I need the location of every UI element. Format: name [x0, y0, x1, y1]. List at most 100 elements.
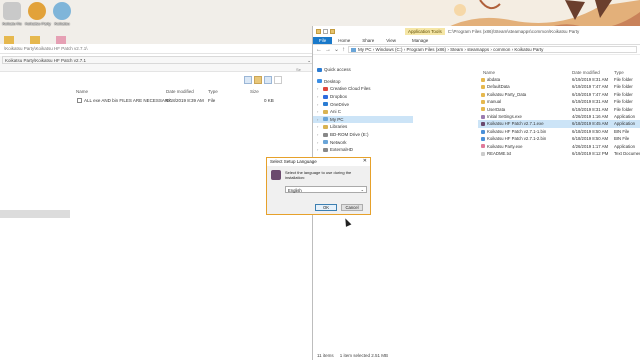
tab-view[interactable]: View: [380, 37, 402, 44]
nav-item-icon: [323, 86, 328, 91]
close-icon[interactable]: ✕: [363, 158, 367, 164]
details-view-icon[interactable]: [244, 76, 252, 84]
folder-icon[interactable]: [316, 28, 321, 34]
expand-chevron-icon[interactable]: ›: [317, 117, 318, 122]
expand-chevron-icon[interactable]: ›: [317, 124, 318, 129]
help-icon[interactable]: [274, 76, 282, 84]
file-name: manual: [487, 99, 502, 105]
expand-chevron-icon[interactable]: ›: [317, 94, 318, 99]
file-row[interactable]: Koikatsu HF Patch v2.7.1-2.bin 6/18/2019 …: [478, 135, 640, 142]
desktop-icon-koikatsu[interactable]: Koikatsu: [50, 2, 74, 26]
file-name: Koikatsu HF Patch v2.7.1-2.bin: [487, 136, 547, 142]
file-row[interactable]: Koikatsu HF Patch v2.7.1.exe 6/18/2019 8:…: [478, 120, 640, 128]
file-row[interactable]: Koikatsu HF Patch v2.7.1-1.bin 6/18/2019 …: [478, 128, 640, 135]
chevron-down-icon[interactable]: ⌄: [307, 58, 311, 63]
file-name-cell: Koikatsu HF Patch v2.7.1-1.bin: [481, 129, 546, 134]
nav-item[interactable]: › Network: [313, 138, 413, 146]
forward-arrow-icon[interactable]: →: [325, 47, 331, 53]
address-bar[interactable]: Koikatsu Party\Koikatsu HF Patch v2.7.1 …: [2, 56, 314, 64]
nav-item-label: Ani C: [330, 109, 342, 115]
tab-file[interactable]: File: [313, 36, 333, 44]
expand-chevron-icon[interactable]: ›: [317, 147, 318, 152]
nav-item-icon: [323, 147, 328, 152]
file-icon: [481, 114, 485, 119]
file-name-cell: Initial Settings.exe: [481, 114, 522, 119]
column-date[interactable]: Date modified: [166, 89, 194, 94]
file-icon: [481, 77, 485, 82]
nav-item[interactable]: › Dropbox: [313, 93, 413, 101]
nav-item[interactable]: › Libraries: [313, 123, 413, 131]
folder-icon[interactable]: [30, 36, 40, 44]
breadcrumb-item[interactable]: Steam: [450, 47, 463, 52]
desktop-icon-koikatu-ro[interactable]: Koikatu Ro: [0, 2, 24, 26]
column-size[interactable]: Size: [250, 89, 259, 94]
address-bar[interactable]: My PC › Windows (C:) › Program Files (x8…: [348, 46, 637, 53]
breadcrumb-item[interactable]: Koikatsu Party: [514, 47, 543, 52]
chevron-down-icon[interactable]: ⌄: [361, 187, 364, 192]
folder-icon[interactable]: [4, 36, 14, 44]
breadcrumb-item[interactable]: My PC: [358, 47, 372, 52]
new-folder-icon[interactable]: [330, 28, 335, 34]
setup-language-dialog: Select Setup Language ✕ Select the langu…: [266, 157, 371, 215]
file-name: Initial Settings.exe: [487, 113, 522, 119]
expand-chevron-icon[interactable]: ›: [317, 132, 318, 137]
nav-item[interactable]: › OneDrive: [313, 100, 413, 108]
file-row[interactable]: abdata 6/19/2019 8:31 AM File folder: [478, 76, 640, 83]
file-row[interactable]: Koikatsu Party_Data 6/19/2019 7:47 AM File…: [478, 91, 640, 98]
breadcrumb-item[interactable]: Windows (C:): [376, 47, 403, 52]
column-name[interactable]: Name: [76, 89, 88, 94]
status-selection: 1 item selected 2.51 MB: [339, 353, 388, 358]
options-icon[interactable]: [264, 76, 272, 84]
cancel-button[interactable]: Cancel: [341, 204, 363, 211]
tab-manage[interactable]: Manage: [406, 37, 434, 44]
file-type: File: [208, 98, 216, 103]
back-arrow-icon[interactable]: ←: [316, 47, 322, 53]
nav-item[interactable]: › Creative Cloud Files: [313, 85, 413, 93]
file-date: 6/19/2019 8:12 PM: [572, 150, 609, 156]
breadcrumb-item[interactable]: steamapps: [467, 47, 489, 52]
app-icon: [28, 2, 46, 20]
tab-home[interactable]: Home: [332, 37, 356, 44]
file-icon: [481, 136, 485, 141]
nav-selected-item[interactable]: [0, 210, 70, 218]
preview-icon[interactable]: [254, 76, 262, 84]
app-tools-tab[interactable]: Application Tools: [405, 27, 445, 35]
expand-chevron-icon[interactable]: ›: [317, 86, 318, 91]
status-bar: 11 items 1 item selected 2.51 MB: [317, 353, 388, 358]
column-type[interactable]: Type: [208, 89, 218, 94]
file-row[interactable]: DefaultData 6/19/2019 7:47 AM File folder: [478, 83, 640, 90]
file-row[interactable]: Initial Settings.exe 4/26/2019 1:16 AM App…: [478, 113, 640, 120]
column-type[interactable]: Type: [614, 70, 624, 75]
ok-button[interactable]: OK: [315, 204, 337, 211]
column-name[interactable]: Name: [483, 70, 495, 75]
nav-item[interactable]: Desktop: [313, 78, 413, 86]
file-name: abdata: [487, 77, 501, 82]
file-row[interactable]: manual 6/19/2019 8:31 AM File folder: [478, 98, 640, 105]
file-row[interactable]: UserData 6/19/2019 8:31 AM File folder: [478, 106, 640, 113]
nav-item[interactable]: › My PC: [313, 115, 413, 124]
file-row[interactable]: Koikatsu Party.exe 4/26/2019 1:17 AM Appli…: [478, 143, 640, 150]
up-arrow-icon[interactable]: ↑: [342, 47, 345, 53]
expand-chevron-icon[interactable]: ›: [317, 109, 318, 114]
file-name: README.txt: [487, 150, 512, 156]
file-row[interactable]: README.txt 6/19/2019 8:12 PM Text Document: [478, 150, 640, 157]
nav-item[interactable]: Quick access: [313, 66, 413, 74]
column-date[interactable]: Date modified: [572, 70, 600, 75]
properties-icon[interactable]: [323, 28, 328, 34]
expand-chevron-icon[interactable]: ›: [317, 140, 318, 145]
expand-chevron-icon[interactable]: ›: [317, 102, 318, 107]
recent-chevron-icon[interactable]: ⌄: [334, 46, 339, 53]
breadcrumb-item[interactable]: Program Files (x86): [407, 47, 447, 52]
breadcrumb-item[interactable]: common: [493, 47, 510, 52]
nav-item[interactable]: › ExternalHD: [313, 146, 413, 154]
nav-item-icon: [323, 132, 328, 137]
nav-item[interactable]: › BD-ROM Drive (E:): [313, 131, 413, 139]
desktop-icon-koikatsu-party[interactable]: Koikatsu Party: [25, 2, 51, 26]
app-icon: [3, 2, 21, 20]
file-name: UserData: [487, 106, 506, 112]
nav-item[interactable]: › Ani C: [313, 108, 413, 116]
image-icon[interactable]: [56, 36, 66, 44]
language-select[interactable]: English ⌄: [285, 186, 367, 193]
tab-share[interactable]: Share: [356, 37, 380, 44]
nav-item-label: Dropbox: [330, 94, 348, 100]
